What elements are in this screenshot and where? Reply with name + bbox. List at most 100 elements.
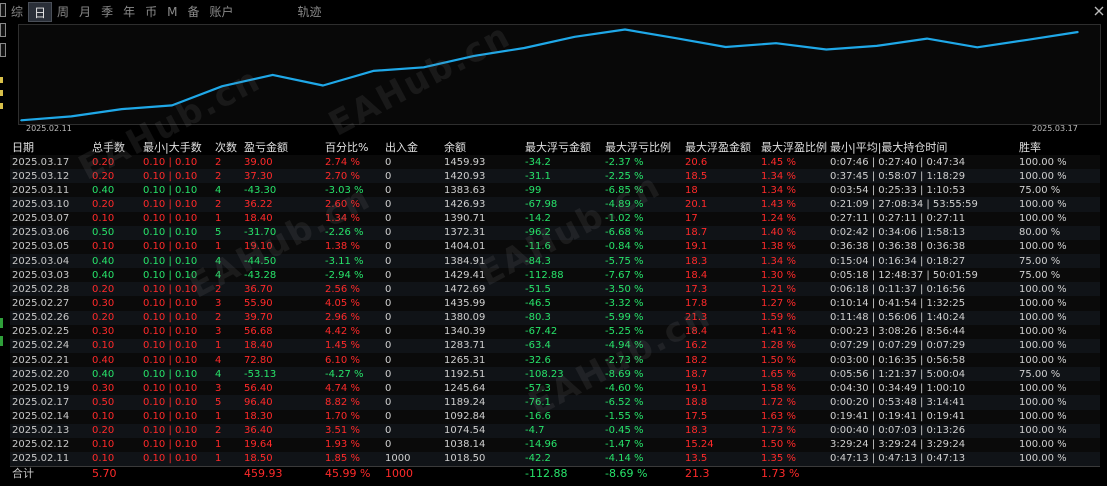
table-row[interactable]: 2025.02.12 0.10 0.10 | 0.10 1 19.64 1.93 % 0 10… bbox=[10, 437, 1100, 452]
tab-5[interactable]: 年 bbox=[118, 2, 140, 22]
col-header-12[interactable]: 最小|平均|最大持仓时间 bbox=[828, 139, 1017, 155]
col-header-2[interactable]: 最小|大手数 bbox=[141, 139, 213, 155]
tab-9[interactable]: 账户 bbox=[204, 2, 238, 22]
tab-0[interactable]: 综 bbox=[6, 2, 28, 22]
col-header-10[interactable]: 最大浮盈金额 bbox=[683, 139, 759, 155]
table-row[interactable]: 2025.02.20 0.40 0.10 | 0.10 4 -53.13 -4.27 % 0… bbox=[10, 367, 1100, 382]
cell-3: 1 bbox=[215, 439, 222, 451]
edge-button[interactable] bbox=[0, 43, 6, 57]
cell-5: 2.96 % bbox=[325, 312, 360, 324]
cell-3: 4 bbox=[215, 255, 222, 267]
balance-point-17 bbox=[875, 45, 878, 47]
cell-7: 1390.71 bbox=[444, 213, 486, 225]
tab-10[interactable]: 轨迹 bbox=[293, 2, 327, 22]
balance-point-8 bbox=[422, 66, 425, 69]
cell-12: 0:03:54 | 0:25:33 | 1:10:53 bbox=[830, 184, 966, 196]
table-row[interactable]: 2025.03.05 0.10 0.10 | 0.10 1 19.10 1.38 % 0 14… bbox=[10, 239, 1100, 254]
table-row[interactable]: 2025.03.10 0.20 0.10 | 0.10 2 36.22 2.60 % 0 14… bbox=[10, 197, 1100, 212]
table-row[interactable]: 2025.02.24 0.10 0.10 | 0.10 1 18.40 1.45 % 0 12… bbox=[10, 338, 1100, 353]
edge-button[interactable] bbox=[0, 23, 6, 37]
cell-9: -4.60 % bbox=[605, 382, 644, 394]
cell-3: 1 bbox=[215, 340, 222, 352]
cell-0: 2025.03.12 bbox=[12, 170, 70, 182]
edge-marker bbox=[0, 336, 3, 346]
col-header-3[interactable]: 次数 bbox=[213, 139, 242, 155]
cell-10: 18.3 bbox=[685, 425, 708, 437]
close-icon[interactable] bbox=[1093, 4, 1105, 18]
total-cell-0: 合计 bbox=[10, 465, 90, 481]
col-header-1[interactable]: 总手数 bbox=[90, 139, 141, 155]
cell-2: 0.10 | 0.10 bbox=[143, 269, 198, 281]
cell-3: 4 bbox=[215, 368, 222, 380]
cell-10: 18.4 bbox=[685, 326, 708, 338]
cell-4: 18.50 bbox=[244, 453, 273, 465]
cell-0: 2025.02.26 bbox=[12, 312, 70, 324]
cell-6: 0 bbox=[385, 312, 392, 324]
cell-4: 19.10 bbox=[244, 241, 273, 253]
cell-11: 1.41 % bbox=[761, 326, 796, 338]
cell-5: -2.94 % bbox=[325, 269, 364, 281]
col-header-7[interactable]: 余额 bbox=[442, 139, 523, 155]
col-header-13[interactable]: 胜率 bbox=[1017, 139, 1100, 155]
edge-marker bbox=[0, 77, 3, 83]
table-row[interactable]: 2025.02.27 0.30 0.10 | 0.10 3 55.90 4.05 % 0 14… bbox=[10, 296, 1100, 311]
table-row[interactable]: 2025.02.26 0.20 0.10 | 0.10 2 39.70 2.96 % 0 13… bbox=[10, 310, 1100, 325]
cell-13: 100.00 % bbox=[1019, 411, 1067, 423]
cell-12: 0:15:04 | 0:16:34 | 0:18:27 bbox=[830, 255, 966, 267]
cell-2: 0.10 | 0.10 bbox=[143, 326, 198, 338]
cell-9: -3.50 % bbox=[605, 283, 644, 295]
cell-9: -0.45 % bbox=[605, 425, 644, 437]
col-header-4[interactable]: 盈亏金额 bbox=[242, 139, 323, 155]
cell-8: -34.2 bbox=[525, 156, 551, 168]
cell-13: 100.00 % bbox=[1019, 453, 1067, 465]
table-row[interactable]: 2025.03.06 0.50 0.10 | 0.10 5 -31.70 -2.26 % 0… bbox=[10, 225, 1100, 240]
table-row[interactable]: 2025.02.28 0.20 0.10 | 0.10 2 36.70 2.56 % 0 14… bbox=[10, 282, 1100, 297]
table-row[interactable]: 2025.02.13 0.20 0.10 | 0.10 2 36.40 3.51 % 0 10… bbox=[10, 423, 1100, 438]
table-row[interactable]: 2025.02.25 0.30 0.10 | 0.10 3 56.68 4.42 % 0 13… bbox=[10, 324, 1100, 339]
table-row[interactable]: 2025.03.03 0.40 0.10 | 0.10 4 -43.28 -2.94 % 0… bbox=[10, 268, 1100, 283]
tab-7[interactable]: M bbox=[162, 2, 182, 22]
cell-13: 100.00 % bbox=[1019, 326, 1067, 338]
tab-4[interactable]: 季 bbox=[96, 2, 118, 22]
col-header-5[interactable]: 百分比% bbox=[323, 139, 383, 155]
cell-6: 0 bbox=[385, 425, 392, 437]
cell-0: 2025.02.19 bbox=[12, 382, 70, 394]
cell-10: 18.3 bbox=[685, 255, 708, 267]
cell-9: -6.52 % bbox=[605, 396, 644, 408]
table-row[interactable]: 2025.03.07 0.10 0.10 | 0.10 1 18.40 1.34 % 0 13… bbox=[10, 211, 1100, 226]
table-row[interactable]: 2025.03.04 0.40 0.10 | 0.10 4 -44.50 -3.11 % 0… bbox=[10, 253, 1100, 269]
table-row[interactable]: 2025.03.11 0.40 0.10 | 0.10 4 -43.30 -3.03 % 0… bbox=[10, 183, 1100, 198]
col-header-8[interactable]: 最大浮亏金额 bbox=[523, 139, 603, 155]
cell-11: 1.38 % bbox=[761, 241, 796, 253]
table-row[interactable]: 2025.02.21 0.40 0.10 | 0.10 4 72.80 6.10 % 0 12… bbox=[10, 352, 1100, 368]
cell-7: 1340.39 bbox=[444, 326, 486, 338]
table-row[interactable]: 2025.02.17 0.50 0.10 | 0.10 5 96.40 8.82 % 0 11… bbox=[10, 395, 1100, 410]
cell-12: 0:02:42 | 0:34:06 | 1:58:13 bbox=[830, 227, 966, 239]
x-axis-start-label: 2025.02.11 bbox=[26, 124, 72, 133]
table-row[interactable]: 2025.02.11 0.10 0.10 | 0.10 1 18.50 1.85 % 100… bbox=[10, 451, 1100, 467]
col-header-6[interactable]: 出入金 bbox=[383, 139, 442, 155]
table-row[interactable]: 2025.03.17 0.20 0.10 | 0.10 2 39.00 2.74 % 0 14… bbox=[10, 155, 1100, 170]
cell-9: -4.14 % bbox=[605, 453, 644, 465]
col-header-11[interactable]: 最大浮盈比例 bbox=[759, 139, 828, 155]
cell-0: 2025.03.03 bbox=[12, 269, 70, 281]
tab-1[interactable]: 日 bbox=[28, 2, 53, 22]
cell-6: 0 bbox=[385, 156, 392, 168]
cell-4: 56.40 bbox=[244, 382, 273, 394]
cell-10: 17.5 bbox=[685, 411, 708, 423]
cell-13: 100.00 % bbox=[1019, 439, 1067, 451]
cell-6: 0 bbox=[385, 213, 392, 225]
cell-8: -80.3 bbox=[525, 312, 551, 324]
balance-point-18 bbox=[926, 37, 928, 40]
tab-8[interactable]: 备 bbox=[182, 2, 204, 22]
tab-3[interactable]: 月 bbox=[74, 2, 96, 22]
cell-4: 39.70 bbox=[244, 312, 273, 324]
tab-6[interactable]: 币 bbox=[140, 2, 162, 22]
table-row[interactable]: 2025.02.14 0.10 0.10 | 0.10 1 18.30 1.70 % 0 10… bbox=[10, 409, 1100, 424]
col-header-9[interactable]: 最大浮亏比例 bbox=[603, 139, 683, 155]
total-cell-10: 21.3 bbox=[683, 465, 759, 481]
col-header-0[interactable]: 日期 bbox=[10, 139, 90, 155]
tab-2[interactable]: 周 bbox=[52, 2, 74, 22]
table-row[interactable]: 2025.03.12 0.20 0.10 | 0.10 2 37.30 2.70 % 0 14… bbox=[10, 169, 1100, 184]
table-row[interactable]: 2025.02.19 0.30 0.10 | 0.10 3 56.40 4.74 % 0 12… bbox=[10, 381, 1100, 396]
